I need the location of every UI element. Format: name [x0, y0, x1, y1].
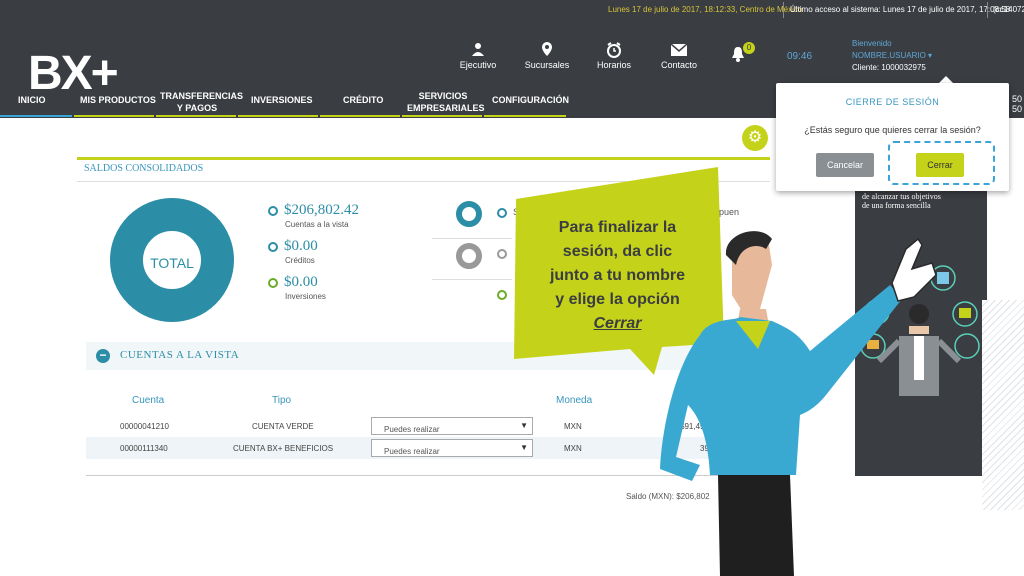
cancel-button[interactable]: Cancelar [816, 153, 874, 177]
legend-dot [268, 206, 278, 216]
brand-logo[interactable]: BX+ [28, 50, 119, 98]
select-value: Puedes realizar [384, 447, 440, 456]
ejecutivo-label: Ejecutivo [459, 60, 497, 70]
collapse-icon[interactable]: − [96, 349, 110, 363]
popup-title: CIERRE DE SESIÓN [845, 97, 940, 107]
col-header-tipo: Tipo [272, 395, 292, 406]
nav-underline [238, 115, 318, 117]
legend-dot [268, 242, 278, 252]
nav-underline [156, 115, 236, 117]
consolidated-balances-title: SALDOS CONSOLIDADOS [84, 163, 204, 174]
nav-credito[interactable]: CRÉDITO [343, 94, 383, 106]
notification-count-badge: 0 [743, 42, 755, 54]
action-select[interactable]: Puedes realizar ▼ [371, 439, 533, 457]
dropdown-arrow-icon: ▼ [520, 443, 528, 452]
account-type: CUENTA VERDE [252, 422, 314, 431]
session-timer: 09:46 [787, 51, 813, 62]
nav-active-indicator [0, 115, 72, 117]
divider [987, 2, 988, 18]
contacto-button[interactable]: Contacto [649, 42, 709, 70]
contacto-label: Contacto [660, 60, 698, 70]
sucursales-button[interactable]: Sucursales [517, 42, 577, 70]
divider [432, 279, 512, 280]
divider [783, 2, 784, 18]
confirm-logout-button[interactable]: Cerrar [916, 153, 964, 177]
table-row[interactable]: 00000111340 CUENTA BX+ BENEFICIOS Puedes… [86, 437, 718, 459]
select-value: Puedes realizar [384, 425, 440, 434]
nav-underline [74, 115, 154, 117]
username-dropdown[interactable]: NOMBRE.USUARIO ▾ [852, 50, 932, 62]
presenter-illustration [660, 231, 937, 576]
dropdown-arrow-icon: ▼ [520, 421, 528, 430]
tutorial-emphasis: Cerrar [593, 315, 642, 332]
table-row[interactable]: 00000041210 CUENTA VERDE Puedes realizar… [86, 415, 718, 437]
sucursales-label: Sucursales [524, 60, 570, 70]
balance-label: Inversiones [285, 292, 326, 301]
client-number: Cliente: 1000032975 [852, 63, 926, 72]
edge-value: 50 [1012, 94, 1023, 104]
legend-dot [497, 249, 507, 259]
nav-inicio[interactable]: INICIO [18, 94, 46, 106]
top-status-bar: Lunes 17 de julio de 2017, 18:12:33, Cen… [0, 0, 1024, 20]
divider [432, 238, 512, 239]
mini-donut [456, 243, 482, 269]
section-divider [77, 157, 770, 160]
accounts-section-title: CUENTAS A LA VISTA [120, 349, 240, 361]
decorative-pattern [982, 300, 1024, 510]
nav-underline [402, 115, 482, 117]
nav-servicios-empresariales[interactable]: SERVICIOS EMPRESARIALES [407, 90, 485, 114]
envelope-icon [649, 42, 709, 60]
nav-inversiones[interactable]: INVERSIONES [251, 94, 313, 106]
alarm-clock-icon [584, 42, 644, 60]
logout-confirm-popup: CIERRE DE SESIÓN ¿Estás seguro que quier… [776, 83, 1009, 191]
legend-dot [268, 278, 278, 288]
nav-underline [484, 115, 566, 117]
account-currency: MXN [564, 422, 582, 431]
legend-dot [497, 208, 507, 218]
horarios-label: Horarios [596, 60, 631, 70]
nav-configuracion[interactable]: CONFIGURACIÓN [492, 94, 569, 106]
account-number[interactable]: 00000111340 [120, 444, 168, 453]
settings-gear-icon[interactable]: ⚙ [742, 125, 768, 151]
session-datetime: Lunes 17 de julio de 2017, 18:12:33, Cen… [608, 5, 803, 14]
nav-mis-productos[interactable]: MIS PRODUCTOS [80, 94, 156, 106]
mini-donut [456, 201, 482, 227]
balance-amount: $0.00 [284, 274, 318, 290]
account-currency: MXN [564, 444, 582, 453]
bell-icon [731, 47, 745, 65]
edge-value: 50 [1012, 104, 1023, 114]
balance-amount: $206,802.42 [284, 202, 359, 218]
location-pin-icon [517, 42, 577, 60]
user-menu[interactable]: Bienvenido NOMBRE.USUARIO ▾ Cliente: 100… [852, 38, 932, 74]
ejecutivo-button[interactable]: Ejecutivo [448, 42, 508, 70]
last-access-text: Último acceso al sistema: Lunes 17 de ju… [790, 5, 1011, 14]
legend-dot [497, 290, 507, 300]
person-icon [448, 42, 508, 60]
account-number[interactable]: 00000041210 [120, 422, 169, 431]
divider [86, 475, 718, 476]
greeting-text: Bienvenido [852, 39, 892, 48]
horarios-button[interactable]: Horarios [584, 42, 644, 70]
nav-underline [320, 115, 400, 117]
balance-label: Créditos [285, 256, 315, 265]
col-header-cuenta: Cuenta [132, 395, 165, 406]
donut-total-label: TOTAL [150, 255, 194, 271]
popup-question: ¿Estás seguro que quieres cerrar la sesi… [804, 125, 981, 135]
edge-values: 50 50 [1012, 94, 1022, 114]
session-code: (cc14072 [993, 5, 1024, 14]
balance-label: Cuentas a la vista [285, 220, 349, 229]
action-select[interactable]: Puedes realizar ▼ [371, 417, 533, 435]
col-header-moneda: Moneda [556, 395, 593, 406]
nav-transferencias[interactable]: TRANSFERENCIAS Y PAGOS [160, 90, 243, 114]
account-type: CUENTA BX+ BENEFICIOS [233, 444, 334, 453]
balance-amount: $0.00 [284, 238, 318, 254]
notifications-button[interactable]: 0 [731, 42, 755, 65]
